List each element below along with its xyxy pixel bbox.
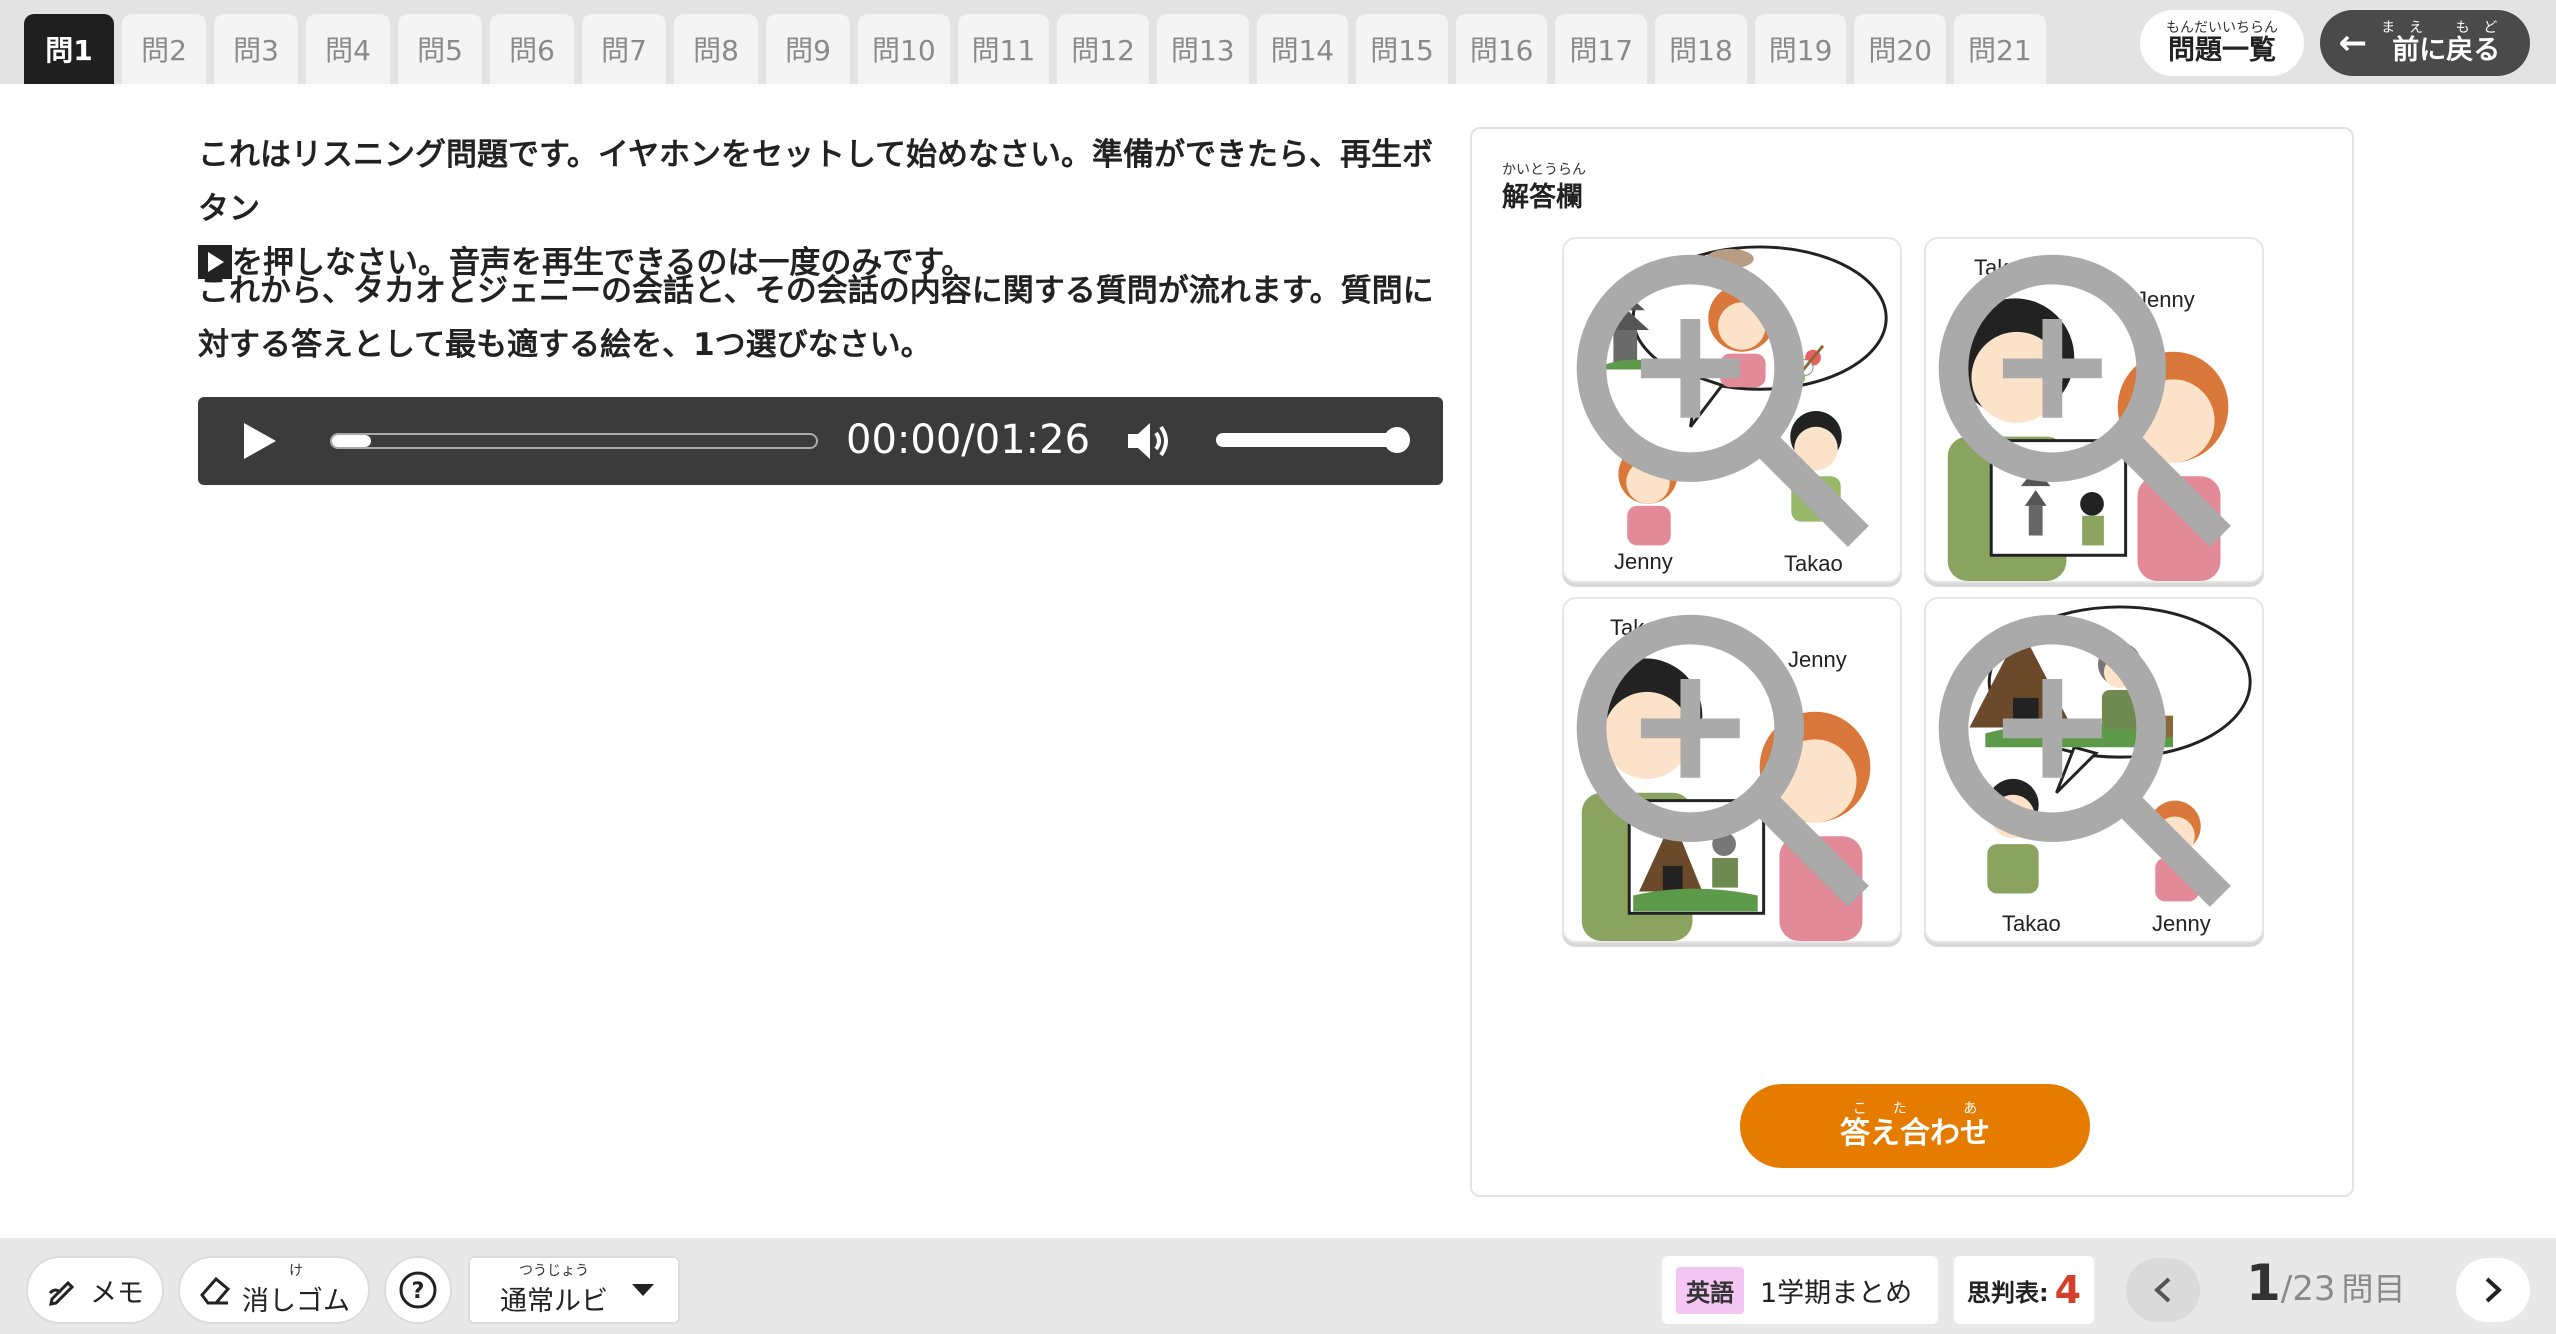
question-list-ruby: もんだいいちらん [2166,20,2278,36]
arrow-left-icon: ← [2338,23,2368,63]
help-icon: ? [399,1271,437,1309]
zoom-icon[interactable] [1924,597,2250,929]
tab-question-5[interactable]: 問5 [398,14,482,84]
zoom-icon[interactable] [1562,237,1888,569]
tab-question-3[interactable]: 問3 [214,14,298,84]
help-button[interactable]: ? [384,1256,452,1324]
subject-name: 1学期まとめ [1760,1277,1913,1309]
question-list-button[interactable]: もんだいいちらん 問題一覧 [2140,10,2304,76]
question-list-label: 問題一覧 [2168,35,2276,66]
audio-player: 00:00/01:26 [198,397,1443,485]
instruction-text-a: これはリスニング問題です。イヤホンをセットして始めなさい。準備ができたら、再生ボ… [198,137,1434,227]
page-indicator: 1 /23 問目 [2246,1254,2406,1324]
page-current: 1 [2246,1254,2281,1312]
chevron-left-icon [2154,1277,2171,1303]
tab-question-19[interactable]: 問19 [1754,14,1847,84]
pen-icon [48,1280,75,1306]
eraser-button[interactable]: け 消しゴム [178,1256,370,1324]
answer-choice-4[interactable]: Takao Jenny [1924,597,2264,943]
zoom-icon[interactable] [1562,597,1888,929]
volume-slider[interactable] [1216,427,1410,453]
tab-question-16[interactable]: 問16 [1455,14,1548,84]
answer-panel: かいとうらん 解答欄 Jenny Takao Takao Jenny Takao… [1470,127,2354,1197]
zoom-icon[interactable] [1924,237,2250,569]
eraser-icon [200,1276,231,1305]
bottom-toolbar: メモ け 消しゴム ? つうじょう 通常ルビ 英語 1学期まとめ 思判表: 4 … [0,1238,2556,1334]
help-label: ? [412,1279,425,1304]
prev-question-button[interactable] [2126,1258,2200,1322]
tab-question-15[interactable]: 問15 [1356,14,1448,84]
answer-choice-3[interactable]: Takao Jenny [1562,597,1902,943]
tab-question-7[interactable]: 問7 [582,14,666,84]
tab-question-18[interactable]: 問18 [1655,14,1747,84]
memo-label: メモ [90,1277,144,1309]
tab-question-11[interactable]: 問11 [957,14,1050,84]
tab-question-2[interactable]: 問2 [122,14,206,84]
check-answer-ruby: こた あ [1852,1101,2004,1117]
check-answer-button[interactable]: こた あ 答え合わせ [1740,1084,2090,1168]
page-total: /23 [2280,1269,2336,1309]
subject-tag: 英語 [1676,1266,1744,1314]
back-ruby: まえ もど [2381,20,2512,36]
eraser-label: 消しゴム [242,1285,350,1317]
tab-question-6[interactable]: 問6 [490,14,574,84]
eraser-ruby: け [289,1262,303,1279]
answer-panel-title: 解答欄 [1502,182,1583,213]
back-label: 前に戻る [2392,35,2501,66]
seek-progress [332,435,371,447]
volume-icon[interactable] [1126,419,1172,463]
question-tabs: 問1 問2 問3 問4 問5 問6 問7 問8 問9 問10 問11 問12 問13 問14 問15 問16 問… [24,14,2046,84]
chevron-right-icon [2485,1277,2502,1303]
check-answer-label: 答え合わせ [1840,1116,1990,1151]
back-button[interactable]: ← まえ もど 前に戻る [2320,10,2530,76]
tab-question-4[interactable]: 問4 [306,14,390,84]
ruby-mode-ruby: つうじょう [519,1262,589,1279]
tab-question-12[interactable]: 問12 [1057,14,1149,84]
shihan-label: 思判表: [1966,1278,2049,1307]
shihan-value: 4 [2054,1268,2082,1312]
question-tab-bar: 問1 問2 問3 問4 問5 問6 問7 問8 問9 問10 問11 問12 問13 問14 問15 問16 問… [0,0,2556,84]
seek-bar[interactable] [330,433,818,449]
question-paragraph: これから、タカオとジェニーの会話と、その会話の内容に関する質問が流れます。質問に… [198,273,1434,363]
memo-button[interactable]: メモ [26,1256,164,1324]
next-question-button[interactable] [2456,1258,2530,1322]
tab-question-1[interactable]: 問1 [24,14,114,84]
play-button[interactable] [238,421,278,461]
ruby-mode-label: 通常ルビ [500,1285,608,1317]
subject-info: 英語 1学期まとめ [1662,1256,1938,1324]
chevron-down-icon [632,1284,654,1296]
tab-question-13[interactable]: 問13 [1156,14,1249,84]
volume-knob[interactable] [1384,427,1410,453]
time-readout: 00:00/01:26 [846,417,1091,463]
tab-question-8[interactable]: 問8 [674,14,758,84]
page-unit: 問目 [2341,1270,2406,1308]
shihan-score: 思判表: 4 [1954,1256,2094,1324]
tab-question-21[interactable]: 問21 [1954,14,2046,84]
tab-question-9[interactable]: 問9 [766,14,850,84]
tab-question-20[interactable]: 問20 [1854,14,1947,84]
tab-question-17[interactable]: 問17 [1555,14,1648,84]
tab-question-14[interactable]: 問14 [1256,14,1349,84]
tab-question-10[interactable]: 問10 [858,14,950,84]
answer-choice-1[interactable]: Jenny Takao [1562,237,1902,583]
ruby-mode-select[interactable]: つうじょう 通常ルビ [468,1256,680,1324]
answer-choice-2[interactable]: Takao Jenny [1924,237,2264,583]
